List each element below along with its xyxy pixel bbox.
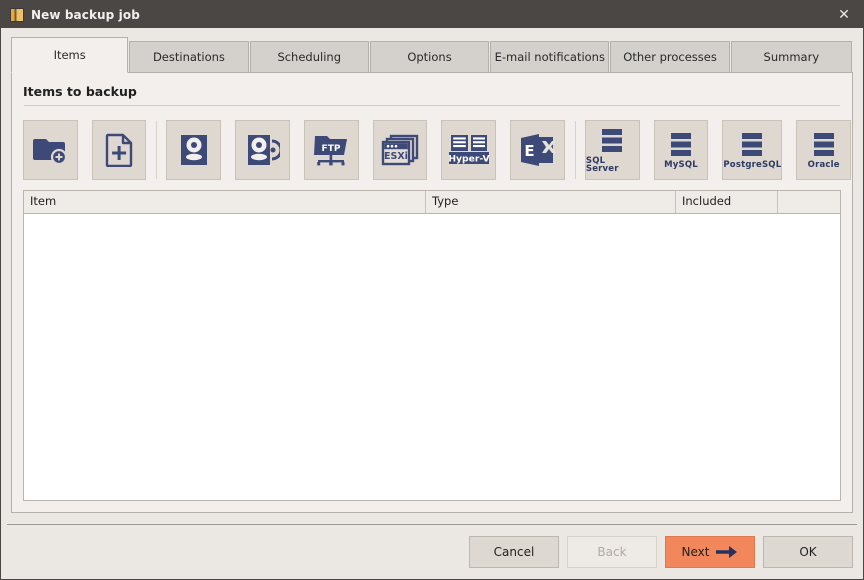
column-header-item[interactable]: Item <box>24 191 426 213</box>
add-sqlserver-button[interactable]: SQL Server <box>584 120 640 180</box>
toolbar-gap <box>709 120 722 180</box>
database-icon <box>807 131 841 159</box>
tab-items[interactable]: Items <box>11 37 129 73</box>
items-panel: Items to backup FTP ESXi Hyper-V E SQL S… <box>11 72 853 513</box>
add-drive-button[interactable] <box>235 120 290 180</box>
items-toolbar: FTP ESXi Hyper-V E SQL Server MySQL Post… <box>12 106 852 182</box>
svg-text:FTP: FTP <box>322 144 341 154</box>
add-ftp-button[interactable]: FTP <box>303 120 359 180</box>
hyper-v-icon: Hyper-V <box>448 132 490 168</box>
add-oracle-label: Oracle <box>807 159 840 170</box>
database-icon <box>595 127 629 155</box>
next-button[interactable]: Next <box>665 536 755 568</box>
svg-text:ESXi: ESXi <box>384 151 408 162</box>
svg-text:Hyper-V: Hyper-V <box>448 153 490 164</box>
add-mysql-button[interactable]: MySQL <box>653 120 709 180</box>
add-sqlserver-label: SQL Server <box>585 155 619 174</box>
add-file-button[interactable] <box>91 120 147 180</box>
folder-add-icon <box>33 135 68 165</box>
add-oracle-button[interactable]: Oracle <box>796 120 852 180</box>
toolbar-gap <box>428 120 441 180</box>
esxi-icon: ESXi <box>381 134 419 166</box>
toolbar-gap <box>641 120 654 180</box>
drive-icon <box>246 133 280 167</box>
column-header-spacer[interactable] <box>778 191 840 213</box>
app-icon <box>10 7 24 22</box>
tab-summary[interactable]: Summary <box>730 41 852 72</box>
exchange-icon: E <box>518 132 558 168</box>
title-bar: New backup job ✕ <box>1 1 863 28</box>
toolbar-gap <box>222 120 235 180</box>
add-folder-button[interactable] <box>23 120 78 180</box>
back-button: Back <box>567 536 657 568</box>
close-icon[interactable]: ✕ <box>825 1 863 28</box>
ok-button[interactable]: OK <box>763 536 853 568</box>
column-header-type[interactable]: Type <box>426 191 676 213</box>
next-button-label: Next <box>681 545 710 559</box>
toolbar-gap <box>291 120 304 180</box>
arrow-right-icon <box>716 545 738 559</box>
items-table: Item Type Included <box>23 190 841 501</box>
add-disk-image-button[interactable] <box>166 120 222 180</box>
add-postgresql-label: PostgreSQL <box>723 159 782 170</box>
toolbar-separator <box>156 121 158 179</box>
table-header-row: Item Type Included <box>24 191 840 214</box>
dialog-footer: Cancel Back Next OK <box>1 525 863 579</box>
toolbar-gap <box>783 120 796 180</box>
add-esxi-button[interactable]: ESXi <box>372 120 428 180</box>
tab-other-processes[interactable]: Other processes <box>610 41 730 72</box>
toolbar-gap <box>360 120 373 180</box>
column-header-included[interactable]: Included <box>676 191 778 213</box>
ftp-folder-icon: FTP <box>311 132 351 168</box>
table-body[interactable] <box>24 214 840 500</box>
toolbar-gap <box>79 120 92 180</box>
toolbar-gap <box>497 120 510 180</box>
add-mysql-label: MySQL <box>664 159 698 170</box>
tab-email-notifications[interactable]: E-mail notifications <box>490 41 610 72</box>
tab-scheduling[interactable]: Scheduling <box>249 41 369 72</box>
disk-image-icon <box>178 133 210 167</box>
tab-options[interactable]: Options <box>369 41 490 72</box>
add-exchange-button[interactable]: E <box>510 120 565 180</box>
new-backup-job-dialog: New backup job ✕ Items Destinations Sche… <box>0 0 864 580</box>
window-title: New backup job <box>31 7 140 22</box>
add-postgresql-button[interactable]: PostgreSQL <box>722 120 783 180</box>
database-icon <box>664 131 698 159</box>
svg-text:E: E <box>524 142 534 160</box>
add-hyperv-button[interactable]: Hyper-V <box>441 120 497 180</box>
database-icon <box>735 131 769 159</box>
cancel-button[interactable]: Cancel <box>469 536 559 568</box>
file-add-icon <box>104 133 134 167</box>
tab-destinations[interactable]: Destinations <box>129 41 249 72</box>
toolbar-separator <box>574 121 576 179</box>
section-title: Items to backup <box>23 84 137 99</box>
tab-strip: Items Destinations Scheduling Options E-… <box>11 36 853 73</box>
